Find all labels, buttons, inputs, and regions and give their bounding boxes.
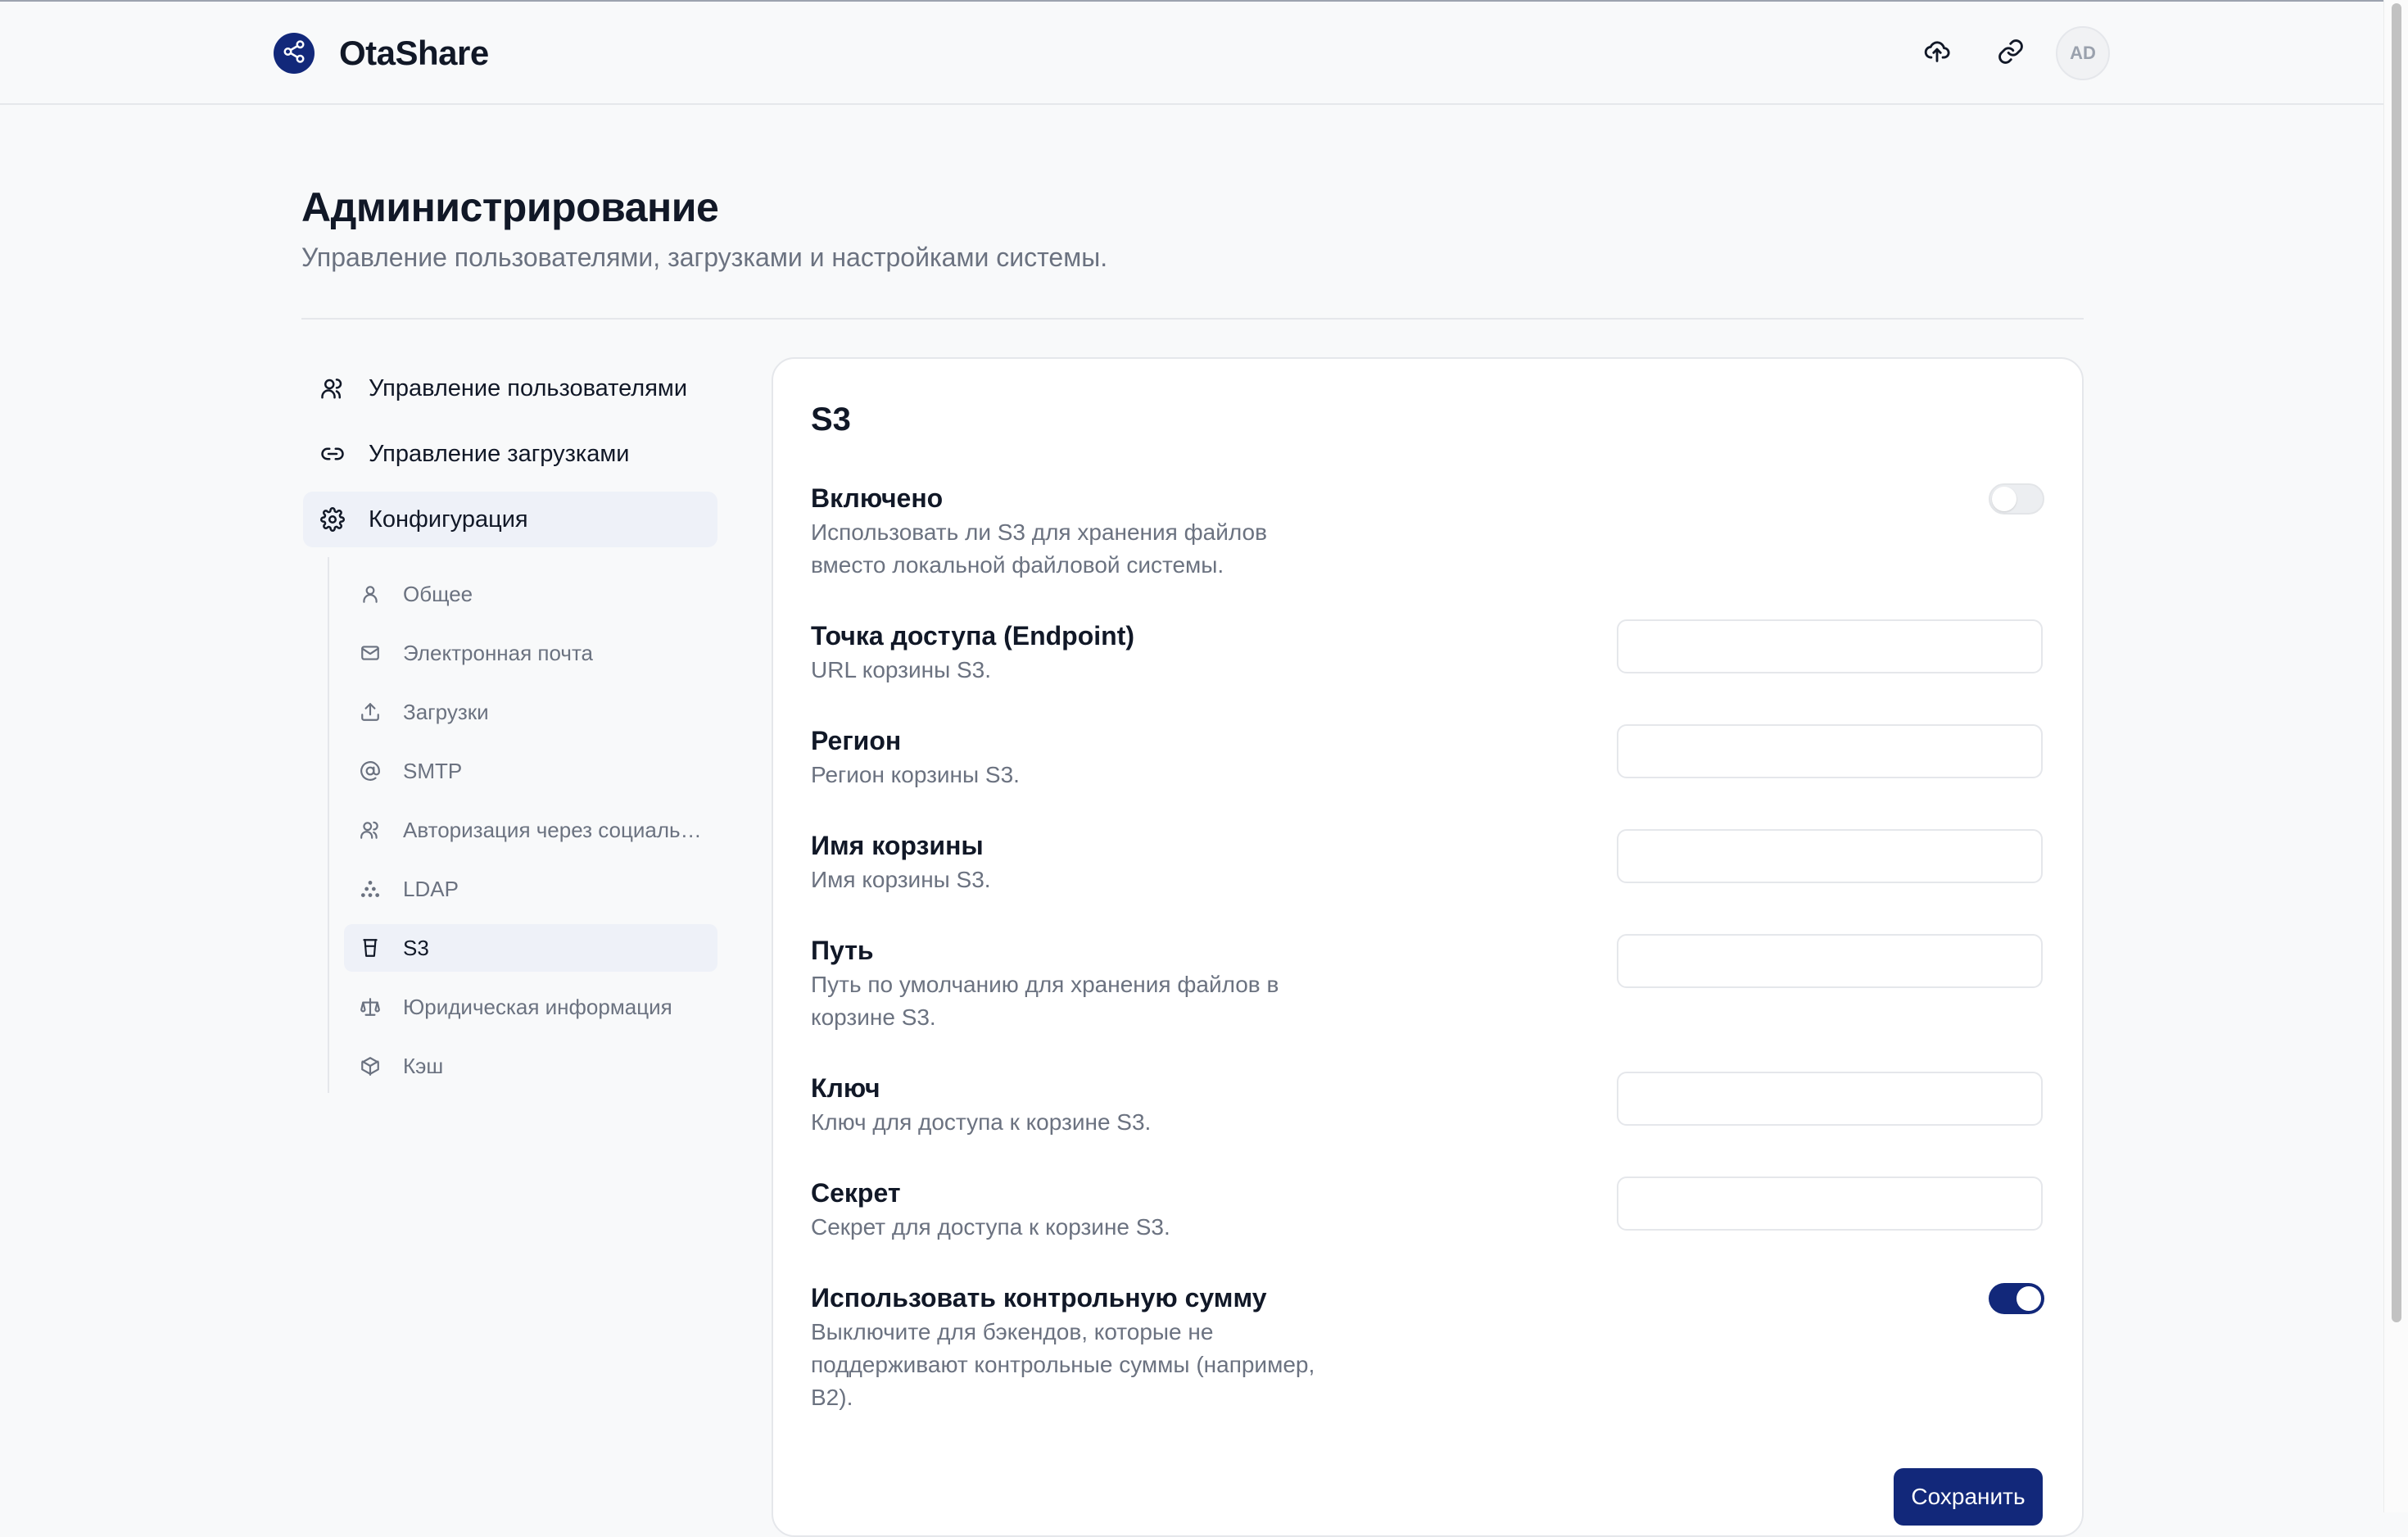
upload-button[interactable] [1917, 33, 1958, 74]
subnav-item-label: Юридическая информация [403, 994, 672, 1019]
at-icon [359, 759, 382, 782]
box-icon [359, 1054, 382, 1077]
key-description: Ключ для доступа к корзине S3. [811, 1109, 1152, 1135]
sidebar-item-shares[interactable]: Управление загрузками [303, 426, 717, 482]
mail-icon [359, 642, 382, 664]
users-icon [319, 375, 346, 401]
secret-description: Секрет для доступа к корзине S3. [811, 1214, 1170, 1240]
subnav-item-label: Электронная почта [403, 640, 594, 665]
bucket-name-input[interactable] [1617, 829, 2043, 883]
checksum-description: Выключите для бэкендов, которые не подде… [811, 1319, 1315, 1410]
avatar-initials: AD [2070, 43, 2096, 63]
subnav-item-label: Загрузки [403, 699, 489, 724]
enabled-description: Использовать ли S3 для хранения файлов в… [811, 519, 1267, 578]
upload-icon [359, 700, 382, 723]
subnav-item-general[interactable]: Общее [344, 570, 717, 618]
path-description: Путь по умолчанию для хранения файлов в … [811, 972, 1279, 1030]
subnav-item-uploads[interactable]: Загрузки [344, 688, 717, 736]
subnav-item-label: Общее [403, 581, 473, 606]
sidebar-item-label: Управление пользователями [369, 374, 688, 401]
enabled-label: Включено [811, 483, 944, 513]
region-input[interactable] [1617, 724, 2043, 778]
subnav-item-label: LDAP [403, 876, 459, 901]
subnav-item-social-auth[interactable]: Авторизация через социальные сети [344, 806, 717, 854]
sidebar-item-label: Конфигурация [369, 506, 528, 533]
subnav-item-label: Кэш [403, 1053, 444, 1078]
subnav-item-label: S3 [403, 935, 429, 960]
path-input[interactable] [1617, 934, 2043, 988]
subnav-item-label: SMTP [403, 758, 463, 783]
subnav-item-label: Авторизация через социальные сети [403, 817, 706, 842]
scale-icon [359, 995, 382, 1018]
gear-icon [319, 506, 346, 533]
secret-input[interactable] [1617, 1177, 2043, 1231]
key-input[interactable] [1617, 1072, 2043, 1126]
path-label: Путь [811, 936, 874, 965]
toggle-knob [2016, 1286, 2041, 1311]
secret-label: Секрет [811, 1178, 901, 1208]
key-label: Ключ [811, 1073, 880, 1103]
top-bar: OtaShare AD [0, 0, 2383, 105]
region-description: Регион корзины S3. [811, 762, 1020, 787]
scrollbar-thumb[interactable] [2392, 3, 2401, 1322]
share-icon [282, 39, 306, 68]
region-label: Регион [811, 726, 902, 755]
bucket-icon [359, 936, 382, 959]
card-title: S3 [811, 401, 851, 438]
subnav-item-ldap[interactable]: LDAP [344, 865, 717, 913]
endpoint-input[interactable] [1617, 619, 2043, 673]
bucket-name-description: Имя корзины S3. [811, 867, 991, 892]
checksum-toggle[interactable] [1989, 1283, 2044, 1314]
link-icon [1997, 38, 2025, 70]
enabled-toggle[interactable] [1989, 483, 2044, 515]
subnav-item-cache[interactable]: Кэш [344, 1042, 717, 1090]
shares-button[interactable] [1990, 33, 2031, 74]
subnav-item-s3[interactable]: S3 [344, 924, 717, 972]
avatar[interactable]: AD [2056, 26, 2110, 80]
checksum-label: Использовать контрольную сумму [811, 1283, 1267, 1313]
subnav-item-email[interactable]: Электронная почта [344, 629, 717, 677]
users-icon [359, 818, 382, 841]
endpoint-description: URL корзины S3. [811, 657, 992, 682]
endpoint-label: Точка доступа (Endpoint) [811, 621, 1135, 651]
sidebar-item-label: Управление загрузками [369, 440, 630, 467]
network-icon [359, 877, 382, 900]
save-button[interactable]: Сохранить [1894, 1468, 2043, 1526]
divider [301, 318, 2084, 320]
user-icon [359, 583, 382, 605]
logo[interactable] [274, 33, 315, 74]
brand-name[interactable]: OtaShare [339, 33, 489, 74]
toggle-knob [1992, 487, 2016, 511]
sidebar-item-users[interactable]: Управление пользователями [303, 360, 717, 416]
subnav-item-legal[interactable]: Юридическая информация [344, 983, 717, 1031]
bucket-name-label: Имя корзины [811, 831, 984, 860]
sidebar-item-configuration[interactable]: Конфигурация [303, 492, 717, 547]
link-icon [319, 441, 346, 467]
page-title: Администрирование [301, 184, 719, 230]
upload-cloud-icon [1923, 38, 1951, 70]
subnav-item-smtp[interactable]: SMTP [344, 747, 717, 795]
page-subtitle: Управление пользователями, загрузками и … [301, 243, 1108, 272]
subnav-guide-line [328, 557, 329, 1093]
